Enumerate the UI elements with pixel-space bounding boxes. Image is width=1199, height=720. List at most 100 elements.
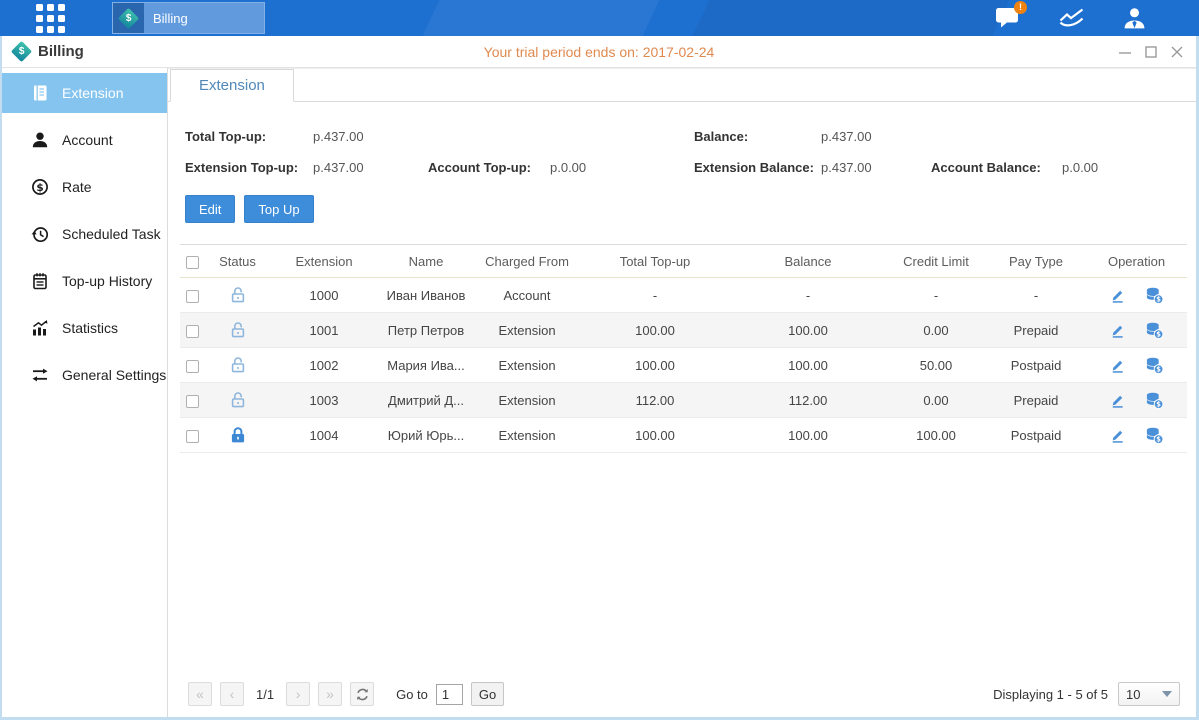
sidebar-item-extension[interactable]: Extension [2,73,167,113]
prev-page-button[interactable]: ‹ [220,682,244,706]
cell-credit-limit: 50.00 [886,348,986,383]
cell-name: Иван Иванов [378,278,474,313]
edit-icon[interactable] [1109,392,1126,409]
app-tab-billing[interactable]: $ Billing [112,2,265,34]
tab-extension[interactable]: Extension [170,69,294,102]
header-checkbox-cell [180,245,205,278]
edit-icon[interactable] [1109,322,1126,339]
column-operation[interactable]: Operation [1086,245,1187,278]
account-balance-label: Account Balance: [931,160,1062,175]
transfer-arrows-icon [31,366,49,384]
sidebar-item-rate[interactable]: $ Rate [2,167,167,207]
first-page-button[interactable]: « [188,682,212,706]
row-checkbox[interactable] [186,395,199,408]
cell-credit-limit: 0.00 [886,383,986,418]
row-checkbox[interactable] [186,430,199,443]
close-icon[interactable] [1170,45,1184,59]
row-checkbox[interactable] [186,325,199,338]
minimize-icon[interactable] [1118,45,1132,59]
bar-chart-icon [31,319,49,337]
ledger-icon [31,84,49,102]
sidebar-item-label: Extension [62,85,123,101]
column-status[interactable]: Status [205,245,270,278]
svg-text:$: $ [1157,400,1162,408]
go-button[interactable]: Go [471,682,504,706]
user-icon[interactable] [1122,6,1147,31]
svg-text:$: $ [1157,435,1162,443]
next-page-button[interactable]: › [286,682,310,706]
cell-pay-type: Prepaid [986,313,1086,348]
edit-icon[interactable] [1109,357,1126,374]
top-up-icon[interactable]: $ [1145,426,1164,445]
sidebar-item-label: Top-up History [62,273,152,289]
goto-page-input[interactable] [436,684,463,705]
sidebar-item-statistics[interactable]: Statistics [2,308,167,348]
column-name[interactable]: Name [378,245,474,278]
column-charged-from[interactable]: Charged From [474,245,580,278]
notepad-icon [31,272,49,290]
apps-grid-icon[interactable] [36,4,65,33]
top-up-icon[interactable]: $ [1145,321,1164,340]
cell-charged-from: Extension [474,348,580,383]
column-total-topup[interactable]: Total Top-up [580,245,730,278]
account-topup-value: p.0.00 [550,160,586,175]
unlocked-icon[interactable] [228,320,248,340]
sidebar-item-topup-history[interactable]: Top-up History [2,261,167,301]
row-checkbox[interactable] [186,360,199,373]
maximize-icon[interactable] [1144,45,1158,59]
cell-balance: 100.00 [730,348,886,383]
extension-balance-label: Extension Balance: [694,160,821,175]
edit-button[interactable]: Edit [185,195,235,223]
sidebar-item-label: General Settings [62,367,166,383]
top-up-icon[interactable]: $ [1145,391,1164,410]
pagination-bar: « ‹ 1/1 › » Go to Go [168,671,1196,717]
row-checkbox[interactable] [186,290,199,303]
unlocked-icon[interactable] [228,285,248,305]
last-page-button[interactable]: » [318,682,342,706]
unlocked-icon[interactable] [228,355,248,375]
table-row: 1004 Юрий Юрь... Extension 100.00 100.00… [180,418,1187,453]
sidebar-item-general-settings[interactable]: General Settings [2,355,167,395]
edit-icon[interactable] [1109,287,1126,304]
refresh-button[interactable] [350,682,374,706]
table-row: 1002 Мария Ива... Extension 100.00 100.0… [180,348,1187,383]
topbar-decoration [416,0,664,36]
top-up-icon[interactable]: $ [1145,356,1164,375]
cell-name: Мария Ива... [378,348,474,383]
cell-name: Дмитрий Д... [378,383,474,418]
table-row: 1003 Дмитрий Д... Extension 112.00 112.0… [180,383,1187,418]
sidebar-item-label: Account [62,132,113,148]
sidebar-item-scheduled-task[interactable]: Scheduled Task [2,214,167,254]
table-header-row: Status Extension Name Charged From Total… [180,245,1187,278]
locked-icon[interactable] [228,425,248,445]
column-credit-limit[interactable]: Credit Limit [886,245,986,278]
sidebar: Extension Account $ Rate [2,68,168,717]
tabstrip: Extension [168,68,1196,102]
account-balance-value: p.0.00 [1062,160,1098,175]
person-icon [1122,6,1147,31]
select-all-checkbox[interactable] [186,256,199,269]
cell-balance: 100.00 [730,313,886,348]
messages-icon[interactable]: ! [995,6,1021,30]
top-up-icon[interactable]: $ [1145,286,1164,305]
sidebar-item-label: Statistics [62,320,118,336]
topbar-decoration [686,0,1014,36]
table-body: 1000 Иван Иванов Account - - - - [180,278,1187,453]
cell-total-topup: 112.00 [580,383,730,418]
cell-pay-type: Prepaid [986,383,1086,418]
table-row: 1001 Петр Петров Extension 100.00 100.00… [180,313,1187,348]
statistics-icon[interactable] [1058,7,1085,29]
extension-balance-value: p.437.00 [821,160,931,175]
page-size-select[interactable]: 10 [1118,682,1180,706]
sidebar-item-label: Scheduled Task [62,226,161,242]
edit-icon[interactable] [1109,427,1126,444]
balance-label: Balance: [694,129,821,144]
sidebar-item-account[interactable]: Account [2,120,167,160]
cell-charged-from: Extension [474,313,580,348]
top-up-button[interactable]: Top Up [244,195,313,223]
column-balance[interactable]: Balance [730,245,886,278]
column-extension[interactable]: Extension [270,245,378,278]
column-pay-type[interactable]: Pay Type [986,245,1086,278]
unlocked-icon[interactable] [228,390,248,410]
cell-total-topup: - [580,278,730,313]
